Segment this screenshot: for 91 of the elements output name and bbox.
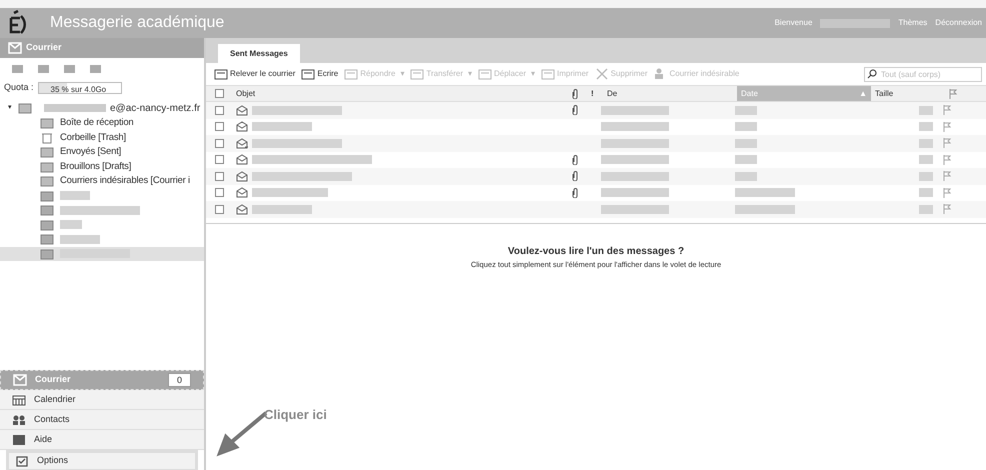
redacted-block [252, 204, 312, 214]
calendar-icon [12, 394, 26, 406]
search-field[interactable]: Tout (sauf corps) [864, 66, 982, 82]
redacted-block [44, 104, 106, 112]
annotation-label: Cliquer ici [264, 406, 327, 424]
logo-icon [8, 10, 26, 36]
redacted-block [919, 106, 933, 115]
row-checkbox[interactable] [214, 172, 224, 181]
folder-item[interactable]: Brouillons [Drafts] [0, 160, 204, 174]
redacted-block [252, 122, 312, 132]
redacted-block [60, 191, 90, 200]
tab[interactable]: Sent Messages [218, 44, 300, 63]
sidebar-title: Courrier [26, 41, 62, 54]
flag-icon [943, 122, 951, 132]
redacted-block [919, 155, 933, 164]
open-envelope-icon [236, 187, 248, 198]
toolbar-button[interactable]: Ecrire [301, 68, 338, 80]
flag-icon [943, 204, 951, 214]
redacted-block [601, 204, 669, 214]
folder-item[interactable]: Corbeille [Trash] [0, 130, 204, 145]
column-header[interactable]: ! [591, 88, 603, 100]
open-envelope-icon [236, 154, 248, 166]
message-row[interactable] [206, 118, 986, 135]
checklist-icon [15, 455, 29, 467]
row-checkbox[interactable] [214, 122, 224, 132]
flag-icon [943, 105, 951, 116]
select-all-checkbox[interactable] [214, 89, 224, 98]
redacted-block [601, 138, 669, 148]
quota-text: 35 % sur 4.0Go [50, 85, 106, 94]
mail-icon [8, 42, 22, 54]
flag-icon [943, 188, 951, 198]
unread-count: 0 [168, 373, 191, 387]
flag-icon [943, 138, 951, 148]
row-checkbox[interactable] [214, 188, 224, 198]
account-email[interactable]: e@ac-nancy-metz.fr [110, 100, 200, 116]
welcome-text: Bienvenue [774, 17, 812, 29]
redacted-block [735, 138, 757, 148]
quota-label: Quota : [4, 81, 34, 94]
redacted-block [919, 188, 933, 198]
redacted-block [60, 220, 82, 230]
open-envelope-icon [236, 104, 248, 116]
redacted-block [601, 188, 669, 198]
column-header[interactable]: Taille [871, 88, 943, 100]
redacted-block [735, 172, 757, 181]
nav-item[interactable]: Contacts [0, 410, 204, 430]
redacted-block [919, 172, 933, 181]
row-checkbox[interactable] [214, 155, 224, 164]
row-checkbox[interactable] [214, 138, 224, 148]
redacted-block [735, 188, 795, 198]
nav-item[interactable]: Aide [0, 430, 204, 450]
redacted-block [919, 204, 933, 214]
replied-envelope-icon [236, 138, 248, 149]
trash-icon [40, 132, 54, 144]
nav-item[interactable]: Calendrier [0, 390, 204, 410]
mail-icon [13, 374, 27, 386]
folder-item[interactable]: Courriers indésirables [Courrier i [0, 174, 204, 188]
close-icon [594, 68, 609, 80]
redacted-block [601, 106, 669, 115]
folder-item[interactable] [0, 246, 204, 261]
redacted-block [60, 234, 100, 244]
redacted-block [919, 122, 933, 132]
folder-item[interactable]: Boîte de réception [0, 116, 204, 130]
flag-icon [943, 171, 951, 182]
open-envelope-icon [236, 121, 248, 132]
redacted-block [735, 204, 795, 214]
redacted-block [735, 122, 757, 132]
row-checkbox[interactable] [214, 204, 224, 214]
message-row[interactable] [206, 152, 986, 168]
flag-icon [943, 154, 951, 165]
preview-title: Voulez-vous lire l'un des messages ? [508, 244, 684, 258]
contacts-icon [12, 414, 26, 426]
redacted-block [601, 155, 669, 164]
redacted-block [735, 155, 757, 164]
redacted-block [601, 122, 669, 132]
toolbar-button[interactable]: Relever le courrier [214, 68, 296, 80]
open-envelope-icon [236, 204, 248, 215]
redacted-block [601, 172, 669, 181]
paperclip-icon [572, 88, 578, 98]
message-row[interactable] [206, 184, 986, 201]
redacted-block [735, 106, 757, 115]
open-envelope-icon [236, 170, 248, 182]
flag-icon [949, 88, 957, 98]
redacted-block [919, 138, 933, 148]
search-icon [867, 68, 877, 78]
nav-item[interactable]: Courrier 0 [0, 370, 204, 390]
app-title: Messagerie académique [50, 13, 224, 33]
column-header[interactable]: De [603, 88, 737, 100]
column-header[interactable]: Objet [232, 88, 572, 100]
folder-item[interactable]: Envoyés [Sent] [0, 145, 204, 160]
nav-item[interactable]: Options [6, 450, 198, 470]
row-checkbox[interactable] [214, 106, 224, 115]
